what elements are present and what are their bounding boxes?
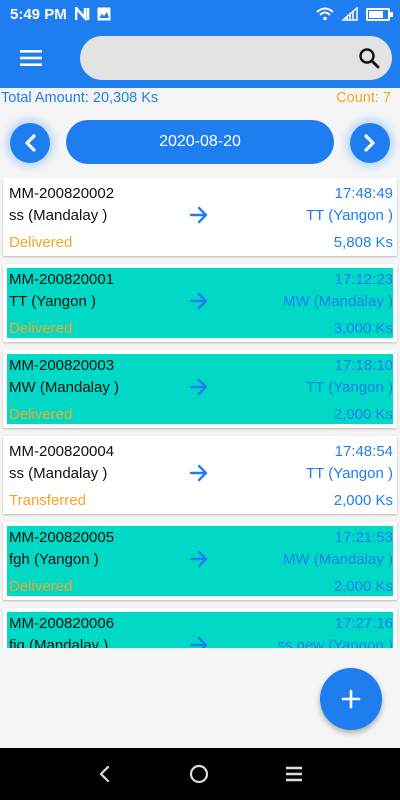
order-status: Delivered bbox=[9, 320, 73, 337]
order-destination: ss new (Yangon ) bbox=[277, 637, 393, 648]
order-origin: fgh (Yangon ) bbox=[9, 551, 99, 568]
order-card[interactable]: MM-200820003 17:18:10 MW (Mandalay ) TT … bbox=[3, 350, 397, 428]
order-origin: MW (Mandalay ) bbox=[9, 379, 120, 396]
order-time: 17:48:49 bbox=[334, 185, 393, 202]
order-destination: TT (Yangon ) bbox=[306, 379, 393, 396]
order-id: MM-200820004 bbox=[9, 443, 115, 460]
order-card[interactable]: MM-200820002 17:48:49 ss (Mandalay ) TT … bbox=[3, 178, 397, 256]
previous-date-button[interactable] bbox=[10, 123, 50, 163]
order-origin: ss (Mandalay ) bbox=[9, 207, 108, 224]
order-card-body: MM-200820001 17:12:23 TT (Yangon ) MW (M… bbox=[7, 268, 393, 338]
search-input[interactable] bbox=[80, 36, 340, 80]
recents-icon[interactable] bbox=[285, 766, 303, 782]
order-status: Delivered bbox=[9, 578, 73, 595]
order-card-body: MM-200820005 17:21:53 fgh (Yangon ) MW (… bbox=[7, 526, 393, 596]
image-notification-icon bbox=[97, 7, 111, 21]
arrow-right-icon bbox=[189, 206, 208, 224]
battery-icon bbox=[366, 7, 393, 21]
order-amount: 3,000 Ks bbox=[333, 320, 393, 337]
order-time: 17:48:54 bbox=[334, 443, 393, 460]
order-time: 17:21:53 bbox=[334, 529, 393, 546]
order-destination: MW (Mandalay ) bbox=[282, 293, 393, 310]
order-card-body: MM-200820003 17:18:10 MW (Mandalay ) TT … bbox=[7, 354, 393, 424]
order-origin: fig (Mandalay ) bbox=[9, 637, 109, 648]
order-origin: TT (Yangon ) bbox=[9, 293, 96, 310]
status-bar: 5:49 PM bbox=[0, 0, 400, 28]
order-count: Count: 7 bbox=[336, 90, 391, 106]
arrow-right-icon bbox=[189, 292, 208, 310]
arrow-right-icon bbox=[189, 636, 208, 648]
wifi-icon bbox=[316, 7, 334, 21]
date-selector[interactable]: 2020-08-20 bbox=[66, 120, 334, 164]
order-time: 17:18:10 bbox=[334, 357, 393, 374]
order-card[interactable]: MM-200820006 17:27:16 fig (Mandalay ) ss… bbox=[3, 608, 397, 648]
total-amount: Total Amount: 20,308 Ks bbox=[1, 90, 159, 106]
summary-row: Total Amount: 20,308 Ks Count: 7 bbox=[0, 90, 400, 110]
search-box[interactable] bbox=[80, 36, 392, 80]
order-destination: TT (Yangon ) bbox=[306, 465, 393, 482]
order-card-body: MM-200820002 17:48:49 ss (Mandalay ) TT … bbox=[7, 182, 393, 252]
hamburger-menu-icon bbox=[20, 50, 42, 66]
order-id: MM-200820001 bbox=[9, 271, 115, 288]
order-id: MM-200820003 bbox=[9, 357, 115, 374]
signal-icon bbox=[342, 7, 358, 21]
order-card-body: MM-200820004 17:48:54 ss (Mandalay ) TT … bbox=[7, 440, 393, 510]
order-destination: MW (Mandalay ) bbox=[282, 551, 393, 568]
arrow-right-icon bbox=[189, 378, 208, 396]
back-icon[interactable] bbox=[97, 764, 113, 784]
order-id: MM-200820006 bbox=[9, 615, 115, 632]
order-amount: 2,000 Ks bbox=[333, 578, 393, 595]
order-status: Delivered bbox=[9, 406, 73, 423]
menu-button[interactable] bbox=[0, 28, 62, 88]
order-status: Delivered bbox=[9, 234, 73, 251]
arrow-right-icon bbox=[189, 464, 208, 482]
order-id: MM-200820005 bbox=[9, 529, 115, 546]
order-time: 17:27:16 bbox=[334, 615, 393, 632]
order-card[interactable]: MM-200820001 17:12:23 TT (Yangon ) MW (M… bbox=[3, 264, 397, 342]
order-list[interactable]: MM-200820002 17:48:49 ss (Mandalay ) TT … bbox=[0, 178, 400, 648]
order-amount: 5,808 Ks bbox=[333, 234, 393, 251]
order-status: Transferred bbox=[9, 492, 86, 509]
order-amount: 2,000 Ks bbox=[333, 406, 393, 423]
order-origin: ss (Mandalay ) bbox=[9, 465, 108, 482]
chevron-left-icon bbox=[25, 134, 36, 152]
order-card[interactable]: MM-200820004 17:48:54 ss (Mandalay ) TT … bbox=[3, 436, 397, 514]
order-time: 17:12:23 bbox=[334, 271, 393, 288]
system-nav-bar bbox=[0, 748, 400, 800]
status-time: 5:49 PM bbox=[10, 5, 67, 23]
search-icon[interactable] bbox=[358, 47, 380, 69]
n-notification-icon bbox=[74, 7, 90, 21]
next-date-button[interactable] bbox=[350, 123, 390, 163]
date-navigation: 2020-08-20 bbox=[0, 118, 400, 166]
order-card[interactable]: MM-200820005 17:21:53 fgh (Yangon ) MW (… bbox=[3, 522, 397, 600]
order-id: MM-200820002 bbox=[9, 185, 115, 202]
order-amount: 2,000 Ks bbox=[333, 492, 393, 509]
plus-icon bbox=[341, 689, 361, 709]
app-bar bbox=[0, 28, 400, 88]
arrow-right-icon bbox=[189, 550, 208, 568]
order-card-body: MM-200820006 17:27:16 fig (Mandalay ) ss… bbox=[7, 612, 393, 648]
add-order-button[interactable] bbox=[320, 668, 382, 730]
home-icon[interactable] bbox=[188, 763, 210, 785]
order-destination: TT (Yangon ) bbox=[306, 207, 393, 224]
chevron-right-icon bbox=[364, 134, 375, 152]
